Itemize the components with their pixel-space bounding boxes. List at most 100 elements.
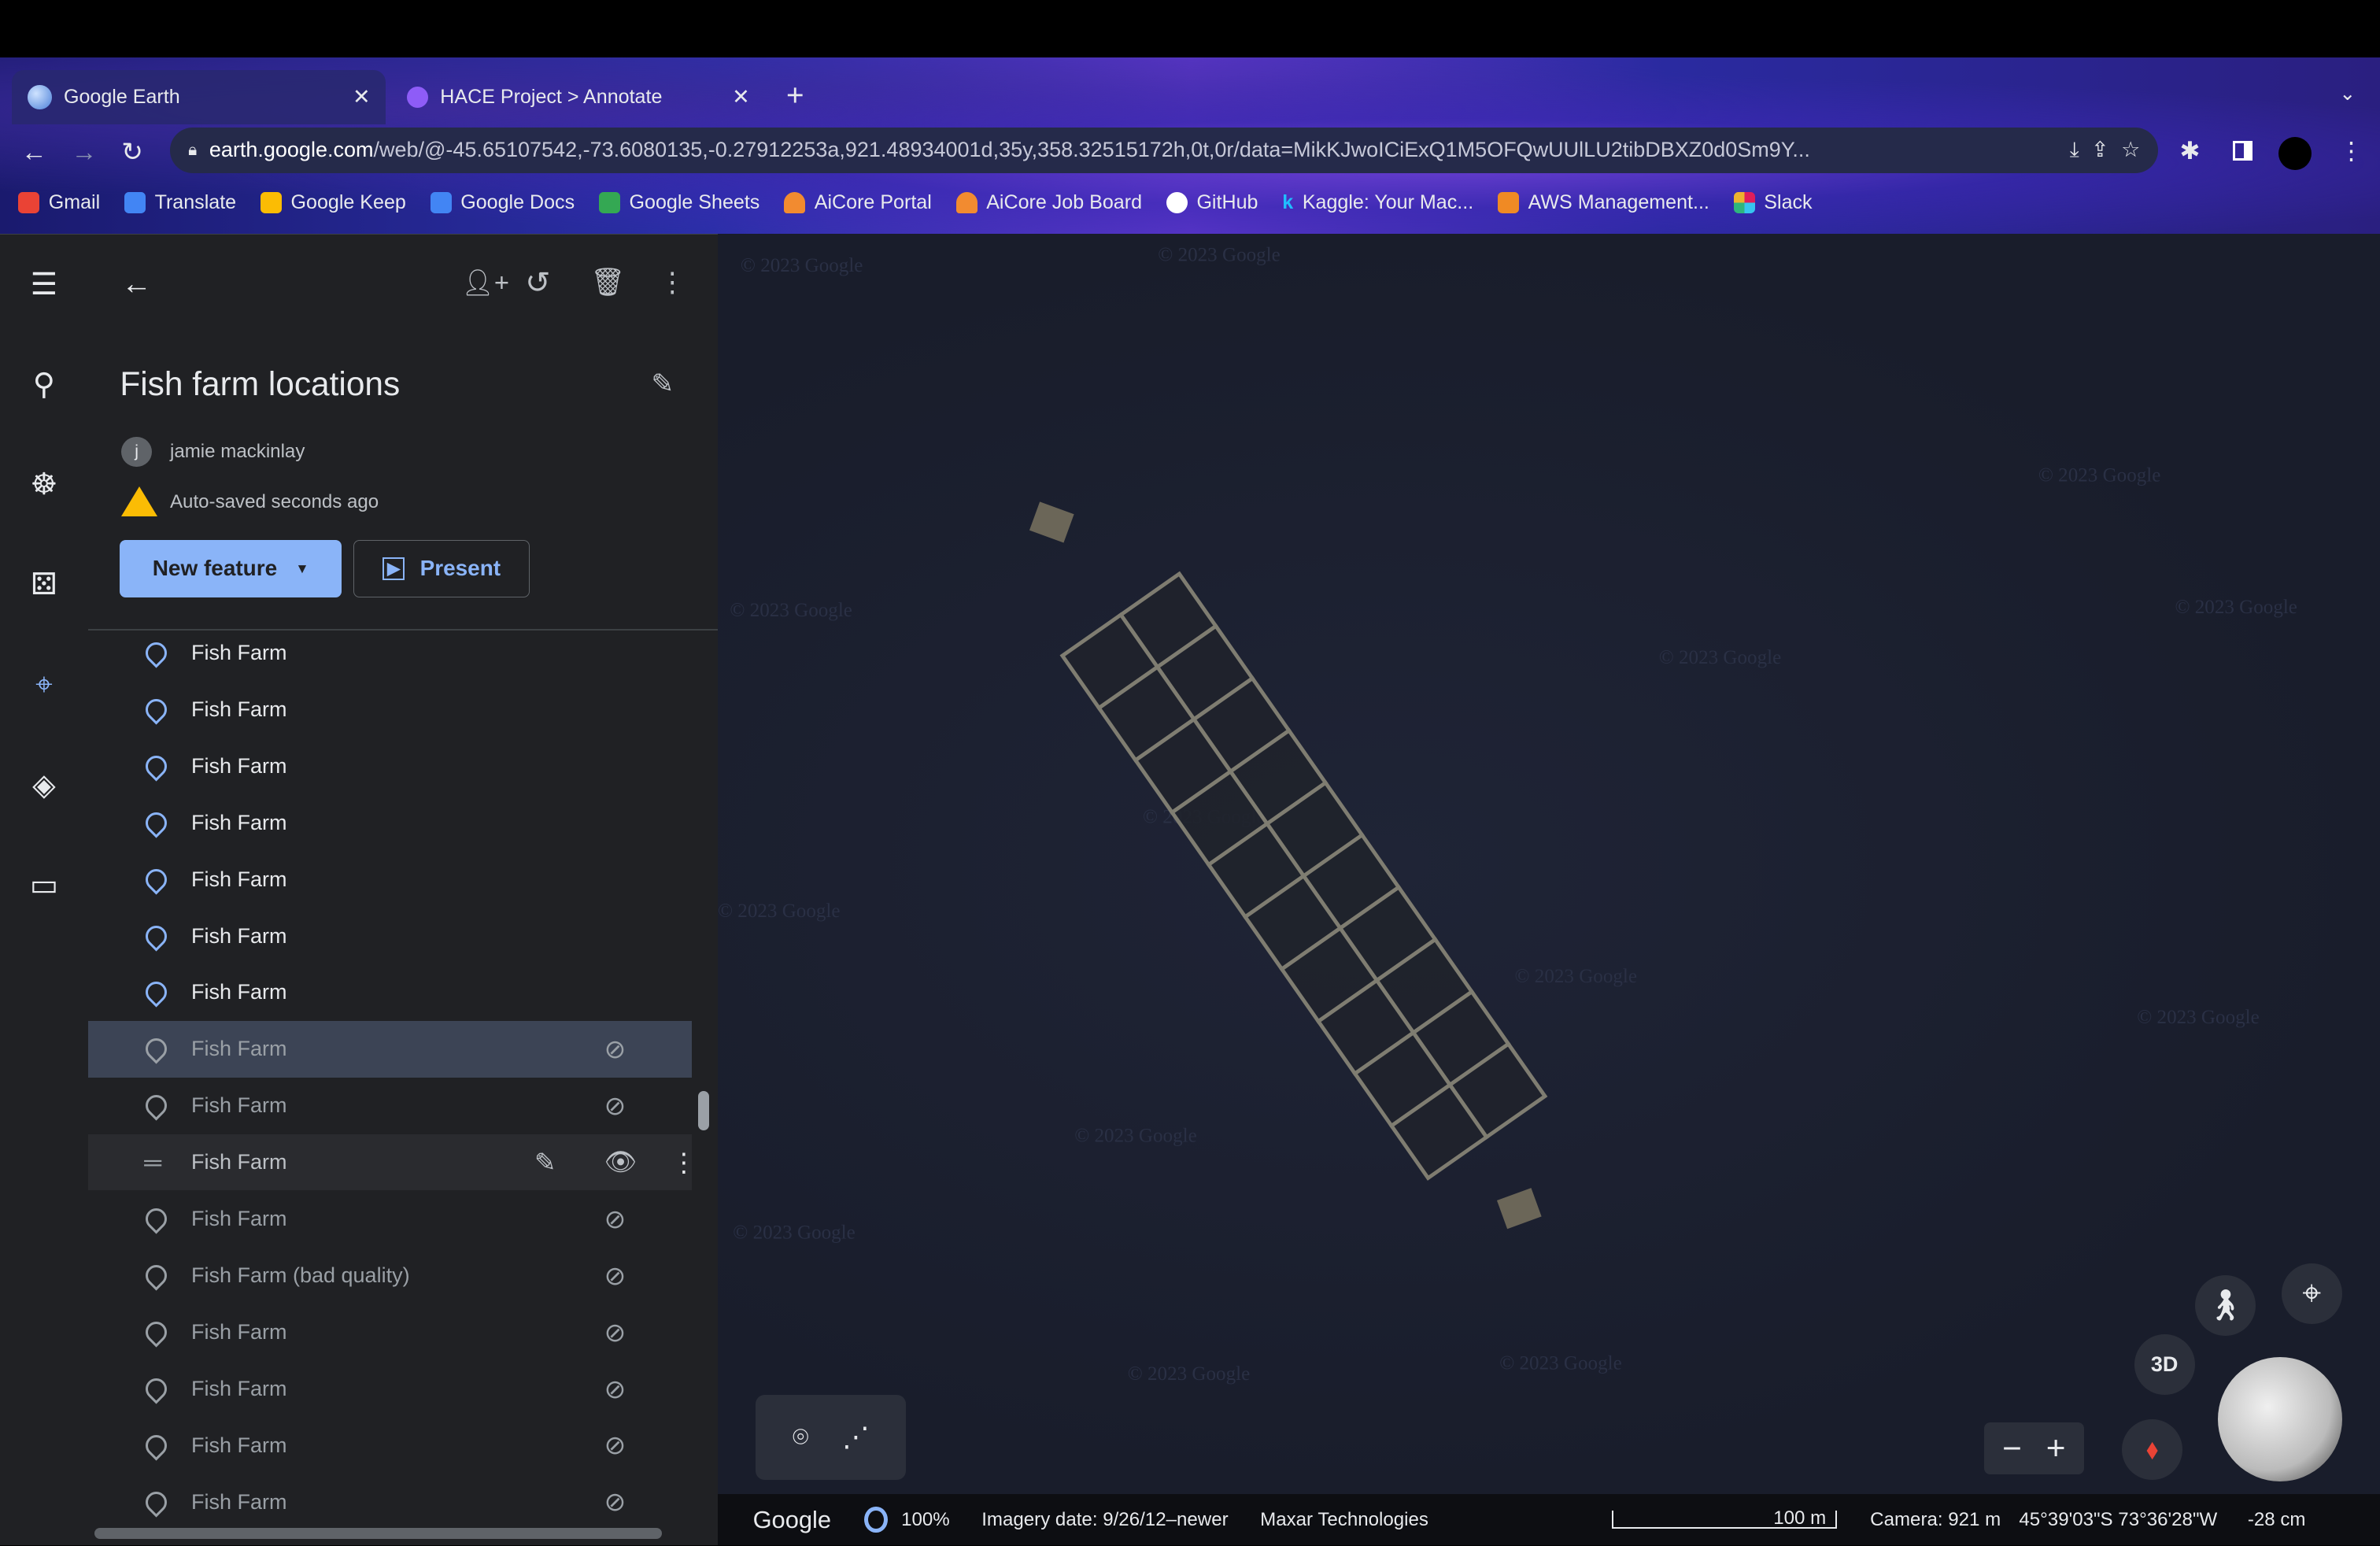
project-title: Fish farm locations [120, 364, 401, 402]
list-item[interactable]: Fish Farm ⊘ [88, 1418, 693, 1474]
list-item[interactable]: Fish Farm ⊘ [88, 1361, 693, 1417]
list-item[interactable]: Fish Farm [88, 682, 693, 738]
forward-icon[interactable]: → [72, 137, 98, 167]
layers-icon[interactable]: ◈ [26, 767, 62, 804]
tab-google-earth[interactable]: Google Earth ✕ [12, 69, 386, 125]
random-dice-icon[interactable]: ⚄ [26, 567, 62, 603]
new-feature-button[interactable]: New feature ▼ [120, 539, 342, 597]
extensions-icon[interactable]: ✱ [2179, 137, 2200, 165]
placemark-pin-icon [141, 1034, 172, 1064]
visibility-off-icon[interactable]: ⊘ [604, 1034, 626, 1064]
globe-minimap[interactable] [2217, 1357, 2342, 1482]
list-item[interactable]: Fish Farm (bad quality) ⊘ [88, 1248, 693, 1304]
edit-pencil-icon[interactable]: ✎ [534, 1148, 556, 1178]
back-arrow-icon[interactable]: ← [121, 267, 152, 301]
list-item[interactable]: Fish Farm [88, 794, 693, 850]
visibility-off-icon[interactable]: ⊘ [604, 1374, 626, 1404]
profile-avatar[interactable] [2278, 136, 2312, 170]
draw-path-icon[interactable]: ⋰ [842, 1422, 870, 1453]
list-item[interactable]: Fish Farm [88, 964, 693, 1020]
tab-title: HACE Project > Annotate [440, 85, 663, 108]
more-options-icon[interactable]: ⋮ [659, 267, 686, 298]
bookmark-aicore-portal[interactable]: AiCore Portal [784, 191, 932, 214]
voyager-icon[interactable]: ☸ [26, 467, 62, 503]
bookmark-github[interactable]: GitHub [1166, 191, 1258, 214]
drag-handle-icon[interactable]: ═ [144, 1148, 161, 1177]
map-watermark: © 2023 Google [2038, 464, 2160, 486]
imagery-date: Imagery date: 9/26/12–newer [981, 1508, 1229, 1530]
bookmark-translate[interactable]: Translate [124, 191, 236, 214]
measure-ruler-icon[interactable]: ▭ [26, 867, 62, 904]
share-person-add-icon[interactable]: 👤︎+ [461, 268, 509, 298]
menu-icon[interactable]: ☰ [26, 267, 62, 303]
address-bar[interactable]: 🔒︎ earth.google.com/web/@-45.65107542,-7… [170, 127, 2159, 173]
tab-search-chevron-icon[interactable]: ⌄ [2339, 82, 2356, 105]
revert-icon[interactable]: ↺ [525, 265, 550, 301]
bookmark-label: AiCore Portal [814, 190, 932, 213]
gmail-icon [18, 191, 40, 213]
list-scrollbar[interactable] [698, 1090, 709, 1130]
item-label: Fish Farm [190, 867, 287, 891]
top-bar [0, 0, 2380, 58]
list-item[interactable]: ═ Fish Farm ✎ 👁︎ ⋮ [87, 1134, 697, 1191]
list-item[interactable]: Fish Farm [88, 625, 693, 681]
visibility-eye-icon[interactable]: 👁︎ [604, 1147, 638, 1178]
tab-hace-project[interactable]: HACE Project > Annotate ✕ [392, 70, 765, 124]
toggle-3d-button[interactable]: 3D [2134, 1334, 2195, 1396]
reload-icon[interactable]: ↻ [121, 137, 142, 167]
bookmark-star-icon[interactable]: ☆ [2121, 138, 2140, 162]
visibility-off-icon[interactable]: ⊘ [604, 1204, 626, 1234]
projects-icon[interactable]: ⌖ [26, 668, 62, 704]
add-placemark-icon[interactable]: ⌾ [793, 1422, 809, 1453]
list-item[interactable]: Fish Farm ⊘ [88, 1304, 693, 1360]
present-button[interactable]: ▶ Present [353, 539, 530, 597]
list-item[interactable]: Fish Farm ⊘ [88, 1474, 693, 1530]
bookmark-aws[interactable]: AWS Management... [1498, 191, 1709, 214]
street-view-pegman-icon[interactable]: 🚶︎ [2194, 1275, 2256, 1337]
zoom-in-icon[interactable]: + [2046, 1429, 2066, 1467]
coordinates: 45°39'03"S 73°36'28"W [2019, 1508, 2218, 1530]
bookmark-slack[interactable]: Slack [1733, 191, 1813, 214]
camera-altitude: Camera: 921 m [1870, 1508, 2001, 1530]
horizontal-scrollbar[interactable] [94, 1528, 662, 1539]
item-label: Fish Farm [190, 980, 287, 1004]
my-location-icon[interactable]: ⌖ [2281, 1263, 2342, 1324]
list-item[interactable]: Fish Farm [88, 851, 693, 907]
sheets-icon [598, 191, 620, 213]
visibility-off-icon[interactable]: ⊘ [604, 1318, 626, 1348]
map-view[interactable]: © 2023 Google © 2023 Google © 2023 Google ©… [718, 234, 2380, 1494]
side-panel-icon[interactable] [2232, 141, 2253, 161]
visibility-off-icon[interactable]: ⊘ [604, 1430, 626, 1460]
bookmark-google-docs[interactable]: Google Docs [430, 191, 575, 214]
placemark-pin-icon [141, 808, 172, 838]
placemark-pin-icon [141, 864, 172, 895]
bookmark-gmail[interactable]: Gmail [18, 191, 100, 214]
list-item[interactable]: Fish Farm [88, 908, 693, 963]
close-tab-icon[interactable]: ✕ [732, 85, 750, 109]
list-item[interactable]: Fish Farm ⊘ [88, 1078, 693, 1134]
item-more-icon[interactable]: ⋮ [671, 1148, 697, 1178]
search-icon[interactable]: ⚲ [26, 367, 62, 403]
new-tab-button[interactable]: + [786, 79, 804, 113]
bookmark-kaggle[interactable]: k Kaggle: Your Mac... [1282, 191, 1473, 214]
list-item[interactable]: Fish Farm ⊘ [87, 1021, 693, 1078]
bookmark-google-sheets[interactable]: Google Sheets [598, 191, 759, 214]
list-item[interactable]: Fish Farm ⊘ [88, 1191, 693, 1247]
back-icon[interactable]: ← [21, 137, 47, 167]
share-icon[interactable]: ⇪ [2091, 138, 2109, 162]
browser-menu-icon[interactable]: ⋮ [2339, 137, 2363, 165]
visibility-off-icon[interactable]: ⊘ [604, 1261, 626, 1291]
visibility-off-icon[interactable]: ⊘ [604, 1487, 626, 1517]
bookmark-google-keep[interactable]: Google Keep [260, 191, 406, 214]
bookmark-aicore-job-board[interactable]: AiCore Job Board [955, 191, 1142, 214]
zoom-out-icon[interactable]: − [2002, 1429, 2022, 1467]
install-icon[interactable]: ⤓ [2070, 138, 2079, 163]
bookmark-label: AWS Management... [1528, 190, 1709, 213]
delete-trash-icon[interactable]: 🗑︎ [590, 267, 625, 298]
visibility-off-icon[interactable]: ⊘ [604, 1091, 626, 1121]
placemark-pin-icon [141, 920, 172, 952]
close-tab-icon[interactable]: ✕ [353, 85, 371, 109]
edit-title-pencil-icon[interactable]: ✎ [651, 368, 674, 400]
item-label: Fish Farm [190, 1320, 287, 1344]
list-item[interactable]: Fish Farm [88, 738, 693, 794]
